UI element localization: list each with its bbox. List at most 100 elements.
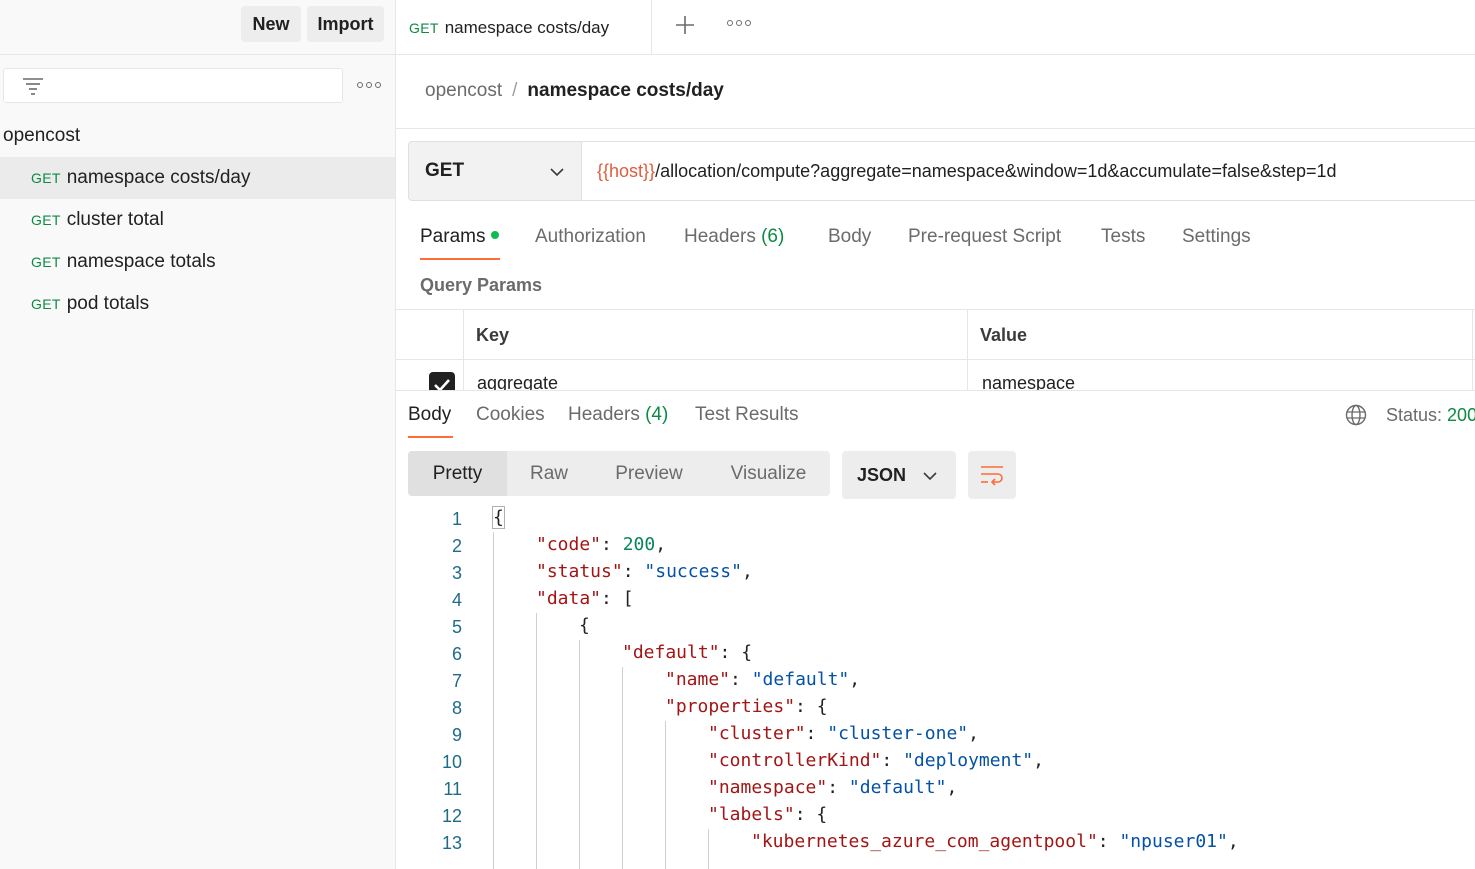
- response-tab-headers-label: Headers: [568, 404, 640, 425]
- import-button[interactable]: Import: [307, 6, 384, 42]
- tab-headers-label: Headers: [684, 226, 756, 247]
- line-number: 11: [443, 779, 462, 799]
- status-indicator: Status: 200: [1386, 405, 1475, 426]
- more-icon[interactable]: [727, 20, 751, 26]
- breadcrumb: opencost / namespace costs/day: [425, 80, 724, 102]
- wrap-lines-button[interactable]: [968, 451, 1016, 499]
- json-key: "code": [536, 534, 602, 555]
- plus-icon[interactable]: [674, 14, 696, 36]
- json-key: "namespace": [708, 777, 828, 798]
- breadcrumb-current[interactable]: namespace costs/day: [527, 80, 723, 102]
- collection-name[interactable]: opencost: [3, 125, 80, 147]
- status-value[interactable]: 200: [1447, 405, 1475, 425]
- code-line: 9 "cluster": "cluster-one",: [396, 721, 1475, 748]
- line-number: 12: [441, 806, 462, 826]
- code-text: "controllerKind": "deployment",: [708, 750, 1044, 771]
- new-button[interactable]: New: [241, 6, 301, 42]
- code-line: 8 "properties": {: [396, 694, 1475, 721]
- json-string: "npuser01": [1119, 831, 1228, 852]
- code-line: 3 "status": "success",: [396, 559, 1475, 586]
- line-number: 9: [451, 725, 462, 745]
- view-visualize-button[interactable]: Visualize: [707, 451, 830, 496]
- method-badge: GET: [31, 254, 61, 270]
- code-line: 2 "code": 200,: [396, 532, 1475, 559]
- json-string: "default": [751, 669, 850, 690]
- json-punctuation: {: [492, 506, 505, 529]
- breadcrumb-parent[interactable]: opencost: [425, 80, 502, 102]
- view-raw-button[interactable]: Raw: [507, 451, 591, 496]
- code-text: "default": {: [622, 642, 752, 663]
- json-key: "status": [536, 561, 623, 582]
- line-number: 5: [451, 617, 462, 637]
- json-key: "properties": [665, 696, 796, 717]
- url-path: /allocation/compute?aggregate=namespace&…: [655, 160, 1337, 181]
- column-header-key: Key: [476, 325, 510, 345]
- json-punctuation: : {: [719, 642, 753, 663]
- format-select[interactable]: JSON: [842, 451, 956, 499]
- tab-namespace-costs-day[interactable]: GET namespace costs/day: [396, 0, 652, 55]
- view-preview-button[interactable]: Preview: [591, 451, 707, 496]
- wrap-lines-icon: [981, 466, 1003, 486]
- tab-label: namespace costs/day: [444, 17, 610, 37]
- json-punctuation: ,: [741, 561, 753, 582]
- response-tab-test-results[interactable]: Test Results: [695, 404, 798, 426]
- column-divider: [463, 310, 464, 391]
- url-variable: {{host}}: [597, 160, 656, 181]
- line-number: 2: [451, 536, 462, 556]
- tab-params[interactable]: Params: [420, 226, 500, 248]
- method-badge: GET: [31, 170, 61, 186]
- param-key[interactable]: aggregate: [477, 373, 558, 391]
- filter-input[interactable]: [3, 68, 343, 103]
- view-mode-group: Pretty Raw Preview Visualize: [408, 451, 830, 496]
- sidebar-item-cluster-total[interactable]: GET cluster total: [0, 199, 395, 241]
- tab-pre-request-script[interactable]: Pre-request Script: [908, 226, 1061, 248]
- globe-icon[interactable]: [1345, 404, 1367, 426]
- json-string: "default": [848, 777, 947, 798]
- sidebar-item-label: pod totals: [66, 293, 150, 314]
- json-key: "name": [665, 669, 731, 690]
- tab-authorization[interactable]: Authorization: [535, 226, 646, 248]
- line-number: 7: [451, 671, 462, 691]
- response-tab-headers[interactable]: Headers (4): [568, 404, 668, 426]
- view-pretty-button[interactable]: Pretty: [408, 451, 507, 496]
- tab-headers[interactable]: Headers (6): [684, 226, 784, 248]
- sidebar-item-namespace-costs-day[interactable]: GET namespace costs/day: [0, 157, 395, 199]
- response-tab-body[interactable]: Body: [408, 404, 451, 426]
- json-key: "cluster": [708, 723, 806, 744]
- json-string: "cluster-one": [827, 723, 969, 744]
- json-punctuation: {: [579, 615, 590, 636]
- json-punctuation: : {: [794, 804, 828, 825]
- tab-tests[interactable]: Tests: [1101, 226, 1145, 248]
- response-divider[interactable]: [396, 390, 1475, 391]
- tab-body[interactable]: Body: [828, 226, 871, 248]
- method-select[interactable]: GET: [408, 141, 582, 201]
- more-icon[interactable]: [357, 82, 381, 88]
- url-input[interactable]: {{host}}/allocation/compute?aggregate=na…: [581, 141, 1475, 201]
- line-number: 6: [451, 644, 462, 664]
- sidebar: New Import opencost GET namespace costs/…: [0, 0, 396, 869]
- tab-params-label: Params: [420, 226, 486, 247]
- json-punctuation: :: [730, 669, 752, 690]
- json-punctuation: :: [1097, 831, 1120, 852]
- sidebar-item-namespace-totals[interactable]: GET namespace totals: [0, 241, 395, 283]
- filter-icon[interactable]: [22, 77, 44, 95]
- checkbox-checked-icon[interactable]: [429, 372, 455, 391]
- active-tab-indicator: [408, 436, 453, 438]
- headers-count: (6): [761, 226, 785, 247]
- json-number: 200: [622, 534, 656, 555]
- response-body-code[interactable]: 1{2 "code": 200, 3 "status": "success", 4 "da…: [396, 505, 1475, 869]
- sidebar-item-pod-totals[interactable]: GET pod totals: [0, 283, 395, 325]
- response-tab-cookies[interactable]: Cookies: [476, 404, 545, 426]
- json-punctuation: :: [805, 723, 828, 744]
- param-value[interactable]: namespace: [982, 373, 1075, 391]
- line-number: 4: [451, 590, 462, 610]
- line-number: 8: [451, 698, 462, 718]
- code-line: 13 "kubernetes_azure_com_agentpool": "npu…: [396, 829, 1475, 856]
- tab-settings[interactable]: Settings: [1182, 226, 1251, 248]
- line-number: 1: [451, 509, 462, 529]
- json-punctuation: :: [827, 777, 849, 798]
- code-text: "name": "default",: [665, 669, 860, 690]
- indent-guide: [536, 613, 537, 869]
- sidebar-item-label: namespace costs/day: [66, 167, 251, 188]
- method-select-value: GET: [425, 160, 465, 181]
